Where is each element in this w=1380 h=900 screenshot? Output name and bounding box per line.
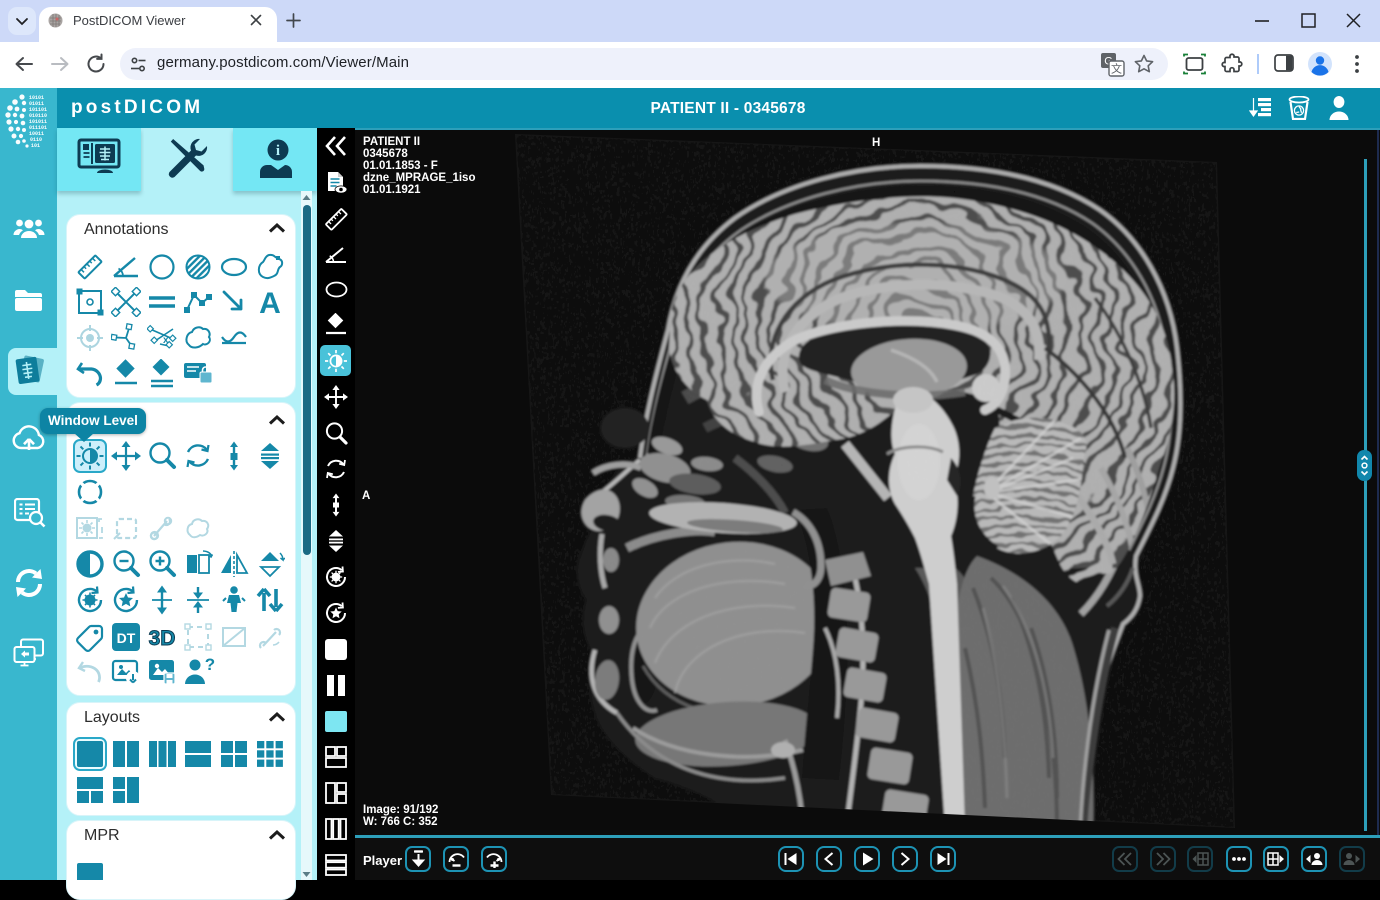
svg-text:文: 文 [1111, 62, 1122, 76]
svg-text:A: A [259, 287, 281, 317]
svg-text:3D: 3D [149, 627, 176, 650]
svg-text:DT: DT [117, 630, 136, 646]
svg-text:i: i [276, 143, 280, 159]
svg-text:x: x [163, 335, 169, 346]
svg-text:?: ? [205, 657, 215, 674]
svg-text:101: 101 [31, 143, 40, 149]
